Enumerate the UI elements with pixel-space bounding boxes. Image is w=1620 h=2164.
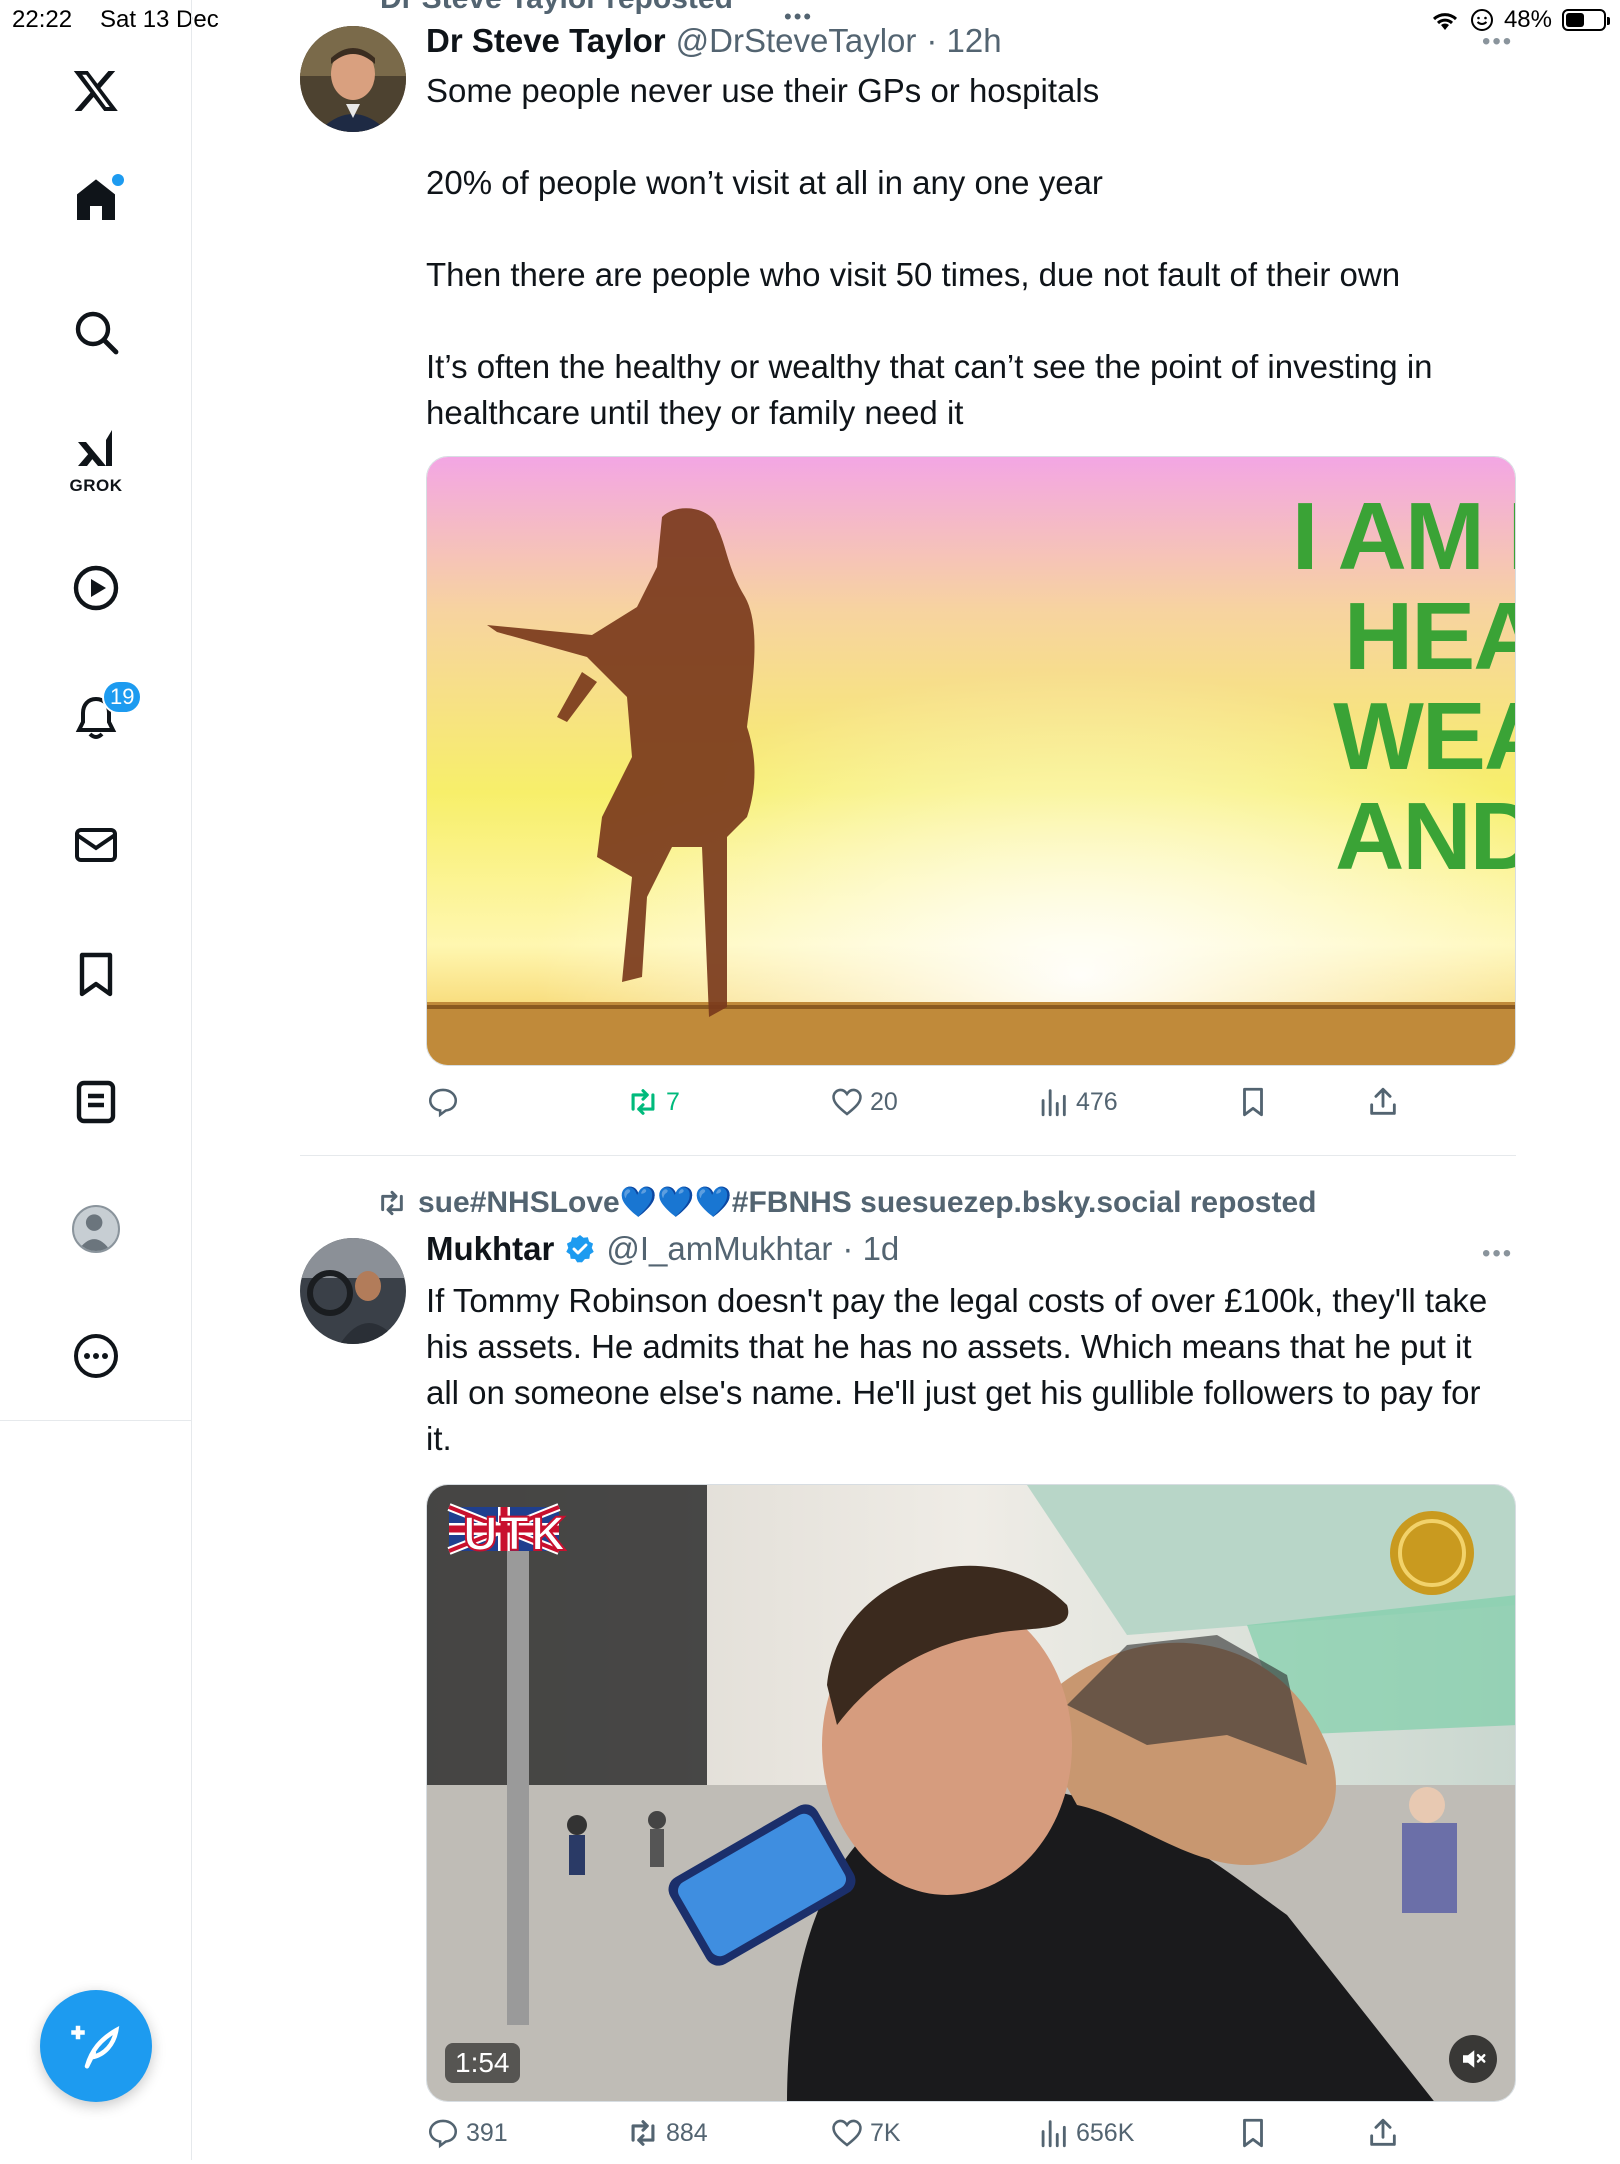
video-overlay-text: UTK xyxy=(462,1507,568,1562)
muted-speaker-icon xyxy=(1463,2050,1486,2068)
avatar[interactable] xyxy=(300,1238,406,1344)
tweet-video[interactable]: UTK 1:54 xyxy=(426,1484,1516,2102)
bookmark-button[interactable] xyxy=(1236,2116,1270,2150)
notifications-badge: 19 xyxy=(102,680,143,714)
author-handle[interactable]: @DrSteveTaylor xyxy=(676,22,917,60)
views-icon xyxy=(1041,1089,1066,1117)
share-button[interactable] xyxy=(1366,1085,1400,1119)
views-button[interactable]: 656K xyxy=(1036,2116,1134,2150)
repost-by-text[interactable]: sue#NHSLove💙💙💙#FBNHS suesuezep.bsky.soci… xyxy=(418,1185,1316,1220)
image-headline: I AM HAPPY, HEALTHY, WEALTHY, AND WISE xyxy=(1291,483,1515,890)
like-button[interactable]: 20 xyxy=(830,1085,898,1119)
share-icon xyxy=(1370,1087,1396,1115)
share-button[interactable] xyxy=(1366,2116,1400,2150)
grok-icon xyxy=(78,430,112,466)
repost-icon xyxy=(631,2120,655,2146)
repost-button[interactable]: 7 xyxy=(626,1085,680,1119)
bookmark-icon xyxy=(79,952,113,997)
reply-icon xyxy=(428,2119,458,2149)
tweet-1-header: Dr Steve Taylor @DrSteveTaylor · 12h xyxy=(426,22,1002,60)
tweet-divider xyxy=(300,1155,1516,1156)
sidebar-item-more[interactable] xyxy=(66,1326,126,1386)
tweet-text: Some people never use their GPs or hospi… xyxy=(426,68,1516,436)
reply-count: 391 xyxy=(466,2118,508,2147)
tweet-paragraph: Then there are people who visit 50 times… xyxy=(426,256,1401,293)
sidebar-item-home[interactable] xyxy=(66,170,126,230)
repost-count: 7 xyxy=(666,1087,680,1116)
tweet-actions: 391 884 7K 656K xyxy=(426,2116,1516,2164)
reply-button[interactable]: 391 xyxy=(426,2116,508,2150)
sidebar-item-bookmarks[interactable] xyxy=(66,944,126,1004)
heart-icon xyxy=(832,1088,862,1116)
bookmark-icon xyxy=(1243,1087,1263,1117)
x-logo-icon[interactable] xyxy=(66,60,126,120)
repost-count: 884 xyxy=(666,2118,708,2147)
author-name[interactable]: Mukhtar xyxy=(426,1230,554,1268)
tweet-paragraph: 20% of people won’t visit at all in any … xyxy=(426,164,1103,201)
repost-icon xyxy=(381,1190,403,1215)
like-count: 7K xyxy=(870,2118,901,2147)
compose-button[interactable] xyxy=(40,1990,152,2102)
sidebar-divider xyxy=(0,1420,192,1421)
status-indicators: 48% xyxy=(1430,6,1610,34)
tweet-image[interactable]: I AM HAPPY, HEALTHY, WEALTHY, AND WISE xyxy=(426,456,1516,1066)
tweet-actions: 7 20 476 xyxy=(426,1085,1516,1133)
heart-icon xyxy=(832,2119,862,2147)
tweet-time[interactable]: · 12h xyxy=(926,22,1001,60)
wifi-icon xyxy=(1432,13,1457,30)
tweet-more-icon[interactable]: ••• xyxy=(1482,28,1513,56)
bookmark-icon xyxy=(1243,2118,1263,2148)
views-icon xyxy=(1041,2120,1066,2148)
search-icon xyxy=(75,311,119,355)
more-circle-icon xyxy=(74,1334,118,1378)
list-icon xyxy=(76,1080,116,1124)
play-icon xyxy=(73,565,119,611)
views-count: 476 xyxy=(1076,1087,1118,1116)
profile-avatar[interactable] xyxy=(72,1205,120,1253)
sidebar-item-lists[interactable] xyxy=(66,1072,126,1132)
mute-button[interactable] xyxy=(1449,2035,1497,2083)
tweet-paragraph: It’s often the healthy or wealthy that c… xyxy=(426,348,1433,431)
author-name[interactable]: Dr Steve Taylor xyxy=(426,22,666,60)
like-button[interactable]: 7K xyxy=(830,2116,901,2150)
battery-icon xyxy=(1562,9,1610,31)
sidebar-item-video[interactable] xyxy=(66,558,126,618)
share-icon xyxy=(1370,2118,1396,2146)
avatar[interactable] xyxy=(300,26,406,132)
video-duration: 1:54 xyxy=(445,2043,520,2083)
reply-button[interactable] xyxy=(426,1085,466,1119)
tweet-more-icon[interactable]: ••• xyxy=(1482,1240,1513,1268)
bookmark-button[interactable] xyxy=(1236,1085,1270,1119)
author-handle[interactable]: @I_amMukhtar xyxy=(606,1230,832,1268)
tweet-time[interactable]: · 1d xyxy=(842,1230,899,1268)
sidebar-item-grok[interactable] xyxy=(66,420,126,480)
verified-badge-icon xyxy=(564,1233,596,1265)
mail-icon xyxy=(75,828,117,862)
repost-icon xyxy=(631,1089,655,1115)
grok-label: GROK xyxy=(69,476,123,495)
tweet-text: If Tommy Robinson doesn't pay the legal … xyxy=(426,1282,1488,1457)
sidebar-item-notifications[interactable]: 19 xyxy=(66,680,143,748)
sidebar-item-search[interactable] xyxy=(66,302,126,362)
views-count: 656K xyxy=(1076,2118,1135,2147)
repost-header-cut: Dr Steve Taylor reposted xyxy=(380,0,733,16)
tweet-2-header: Mukhtar @I_amMukhtar · 1d xyxy=(426,1230,899,1268)
repost-indicator: sue#NHSLove💙💙💙#FBNHS suesuezep.bsky.soci… xyxy=(376,1185,1316,1220)
tweet-paragraph: Some people never use their GPs or hospi… xyxy=(426,72,1100,109)
compose-icon xyxy=(71,2025,120,2069)
like-count: 20 xyxy=(870,1087,898,1116)
repost-button[interactable]: 884 xyxy=(626,2116,708,2150)
views-button[interactable]: 476 xyxy=(1036,1085,1118,1119)
home-unread-dot xyxy=(112,174,124,186)
reply-icon xyxy=(428,1088,458,1118)
sidebar-item-messages[interactable] xyxy=(66,815,126,875)
sidebar: GROK 19 xyxy=(0,0,192,2160)
